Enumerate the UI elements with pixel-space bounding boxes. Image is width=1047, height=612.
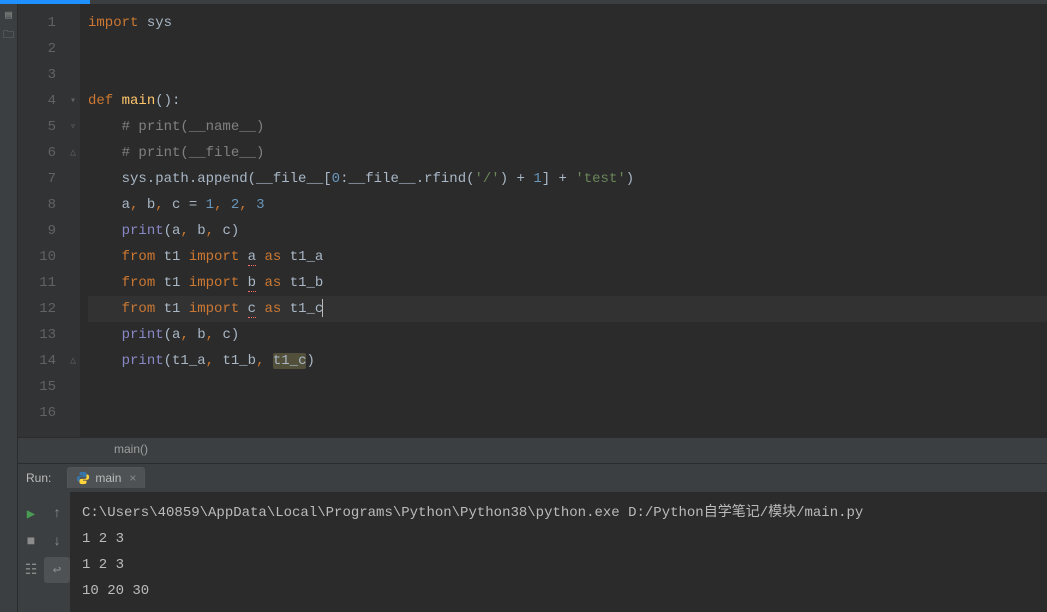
fold-mark (66, 374, 80, 400)
console-line: 1 2 3 (82, 526, 1047, 552)
python-icon (76, 471, 90, 485)
code-area[interactable]: import sysdef main(): # print(__name__) … (80, 4, 1047, 437)
line-number[interactable]: 10 (24, 244, 56, 270)
line-number[interactable]: 16 (24, 400, 56, 426)
fold-mark (66, 270, 80, 296)
fold-mark (66, 322, 80, 348)
console-toolbar: ▶ ↑ ■ ↓ ☷ ↩ (18, 492, 70, 612)
code-line[interactable] (88, 62, 1047, 88)
fold-mark[interactable]: ▾ (66, 88, 80, 114)
soft-wrap-button[interactable]: ↩ (44, 557, 70, 583)
code-line[interactable]: from t1 import c as t1_c (88, 296, 1047, 322)
fold-mark (66, 296, 80, 322)
fold-mark[interactable]: ▿ (66, 114, 80, 140)
layout-button[interactable]: ☷ (18, 557, 44, 583)
fold-mark[interactable]: △ (66, 140, 80, 166)
down-stack-button[interactable]: ↓ (44, 529, 70, 555)
line-number[interactable]: 9 (24, 218, 56, 244)
breadcrumb-text: main() (114, 442, 148, 456)
run-header: Run: main × (18, 463, 1047, 491)
fold-mark (66, 218, 80, 244)
fold-mark (66, 244, 80, 270)
fold-mark (66, 400, 80, 426)
code-line[interactable]: from t1 import a as t1_a (88, 244, 1047, 270)
code-line[interactable]: from t1 import b as t1_b (88, 270, 1047, 296)
fold-mark (66, 192, 80, 218)
run-tab-label: main (95, 471, 121, 485)
code-line[interactable]: # print(__name__) (88, 114, 1047, 140)
line-number[interactable]: 6 (24, 140, 56, 166)
main-area: ▤ 🗀 12345678910111213141516 ▾▿△△ import … (0, 4, 1047, 612)
code-line[interactable]: print(a, b, c) (88, 322, 1047, 348)
code-line[interactable] (88, 374, 1047, 400)
console-output[interactable]: C:\Users\40859\AppData\Local\Programs\Py… (70, 492, 1047, 612)
console-line: 10 20 30 (82, 578, 1047, 604)
left-tool-rail: ▤ 🗀 (0, 4, 18, 612)
fold-mark[interactable]: △ (66, 348, 80, 374)
caret (322, 299, 323, 317)
line-number[interactable]: 14 (24, 348, 56, 374)
fold-column[interactable]: ▾▿△△ (66, 4, 80, 437)
run-label: Run: (26, 471, 51, 485)
fold-mark (66, 10, 80, 36)
fold-mark (66, 166, 80, 192)
code-line[interactable]: def main(): (88, 88, 1047, 114)
line-number[interactable]: 3 (24, 62, 56, 88)
breadcrumb[interactable]: main() (18, 437, 1047, 463)
line-gutter[interactable]: 12345678910111213141516 (18, 4, 66, 437)
editor-wrap: 12345678910111213141516 ▾▿△△ import sysd… (18, 4, 1047, 612)
code-editor[interactable]: 12345678910111213141516 ▾▿△△ import sysd… (18, 4, 1047, 437)
code-line[interactable]: print(t1_a, t1_b, t1_c) (88, 348, 1047, 374)
code-line[interactable]: import sys (88, 10, 1047, 36)
line-number[interactable]: 11 (24, 270, 56, 296)
code-line[interactable]: # print(__file__) (88, 140, 1047, 166)
code-line[interactable]: print(a, b, c) (88, 218, 1047, 244)
code-line[interactable]: a, b, c = 1, 2, 3 (88, 192, 1047, 218)
line-number[interactable]: 1 (24, 10, 56, 36)
fold-mark (66, 36, 80, 62)
code-line[interactable] (88, 36, 1047, 62)
code-line[interactable]: sys.path.append(__file__[0:__file__.rfin… (88, 166, 1047, 192)
close-icon[interactable]: × (129, 471, 136, 485)
structure-icon[interactable]: ▤ (2, 8, 16, 22)
project-icon[interactable]: 🗀 (2, 28, 16, 42)
console-line: C:\Users\40859\AppData\Local\Programs\Py… (82, 500, 1047, 526)
fold-mark (66, 62, 80, 88)
line-number[interactable]: 8 (24, 192, 56, 218)
line-number[interactable]: 13 (24, 322, 56, 348)
rerun-button[interactable]: ▶ (18, 501, 44, 527)
stop-button[interactable]: ■ (18, 529, 44, 555)
line-number[interactable]: 2 (24, 36, 56, 62)
console-area: ▶ ↑ ■ ↓ ☷ ↩ C:\Users\40859\AppData\Local… (18, 491, 1047, 612)
line-number[interactable]: 15 (24, 374, 56, 400)
code-line[interactable] (88, 400, 1047, 426)
line-number[interactable]: 5 (24, 114, 56, 140)
line-number[interactable]: 4 (24, 88, 56, 114)
line-number[interactable]: 12 (24, 296, 56, 322)
line-number[interactable]: 7 (24, 166, 56, 192)
up-stack-button[interactable]: ↑ (44, 501, 70, 527)
run-tab[interactable]: main × (67, 467, 145, 488)
console-line: 1 2 3 (82, 552, 1047, 578)
